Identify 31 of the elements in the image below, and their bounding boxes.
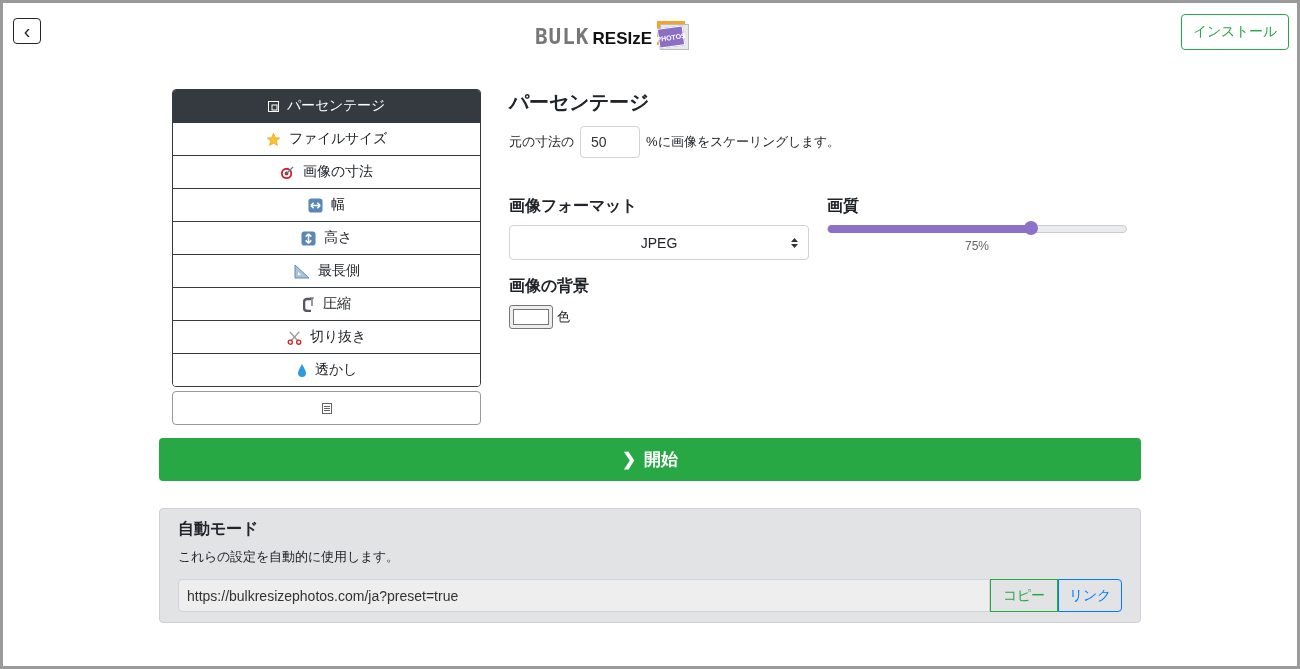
slider-thumb[interactable] (1023, 221, 1038, 235)
logo-text: RESIzE (592, 29, 653, 49)
sidebar-item[interactable]: パーセンテージ (173, 90, 480, 122)
logo-text: BULK (534, 25, 590, 49)
quality-value: 75% (964, 239, 990, 253)
star-icon (266, 131, 281, 147)
up-down-arrow-icon (301, 230, 316, 246)
scale-label: 元の寸法の (509, 133, 574, 151)
auto-mode-description: これらの設定を自動的に使用します。 (178, 548, 400, 566)
percentage-field[interactable]: 50 (580, 126, 640, 158)
format-dropdown[interactable]: JPEG (509, 225, 809, 260)
back-button[interactable]: ‹ (13, 18, 41, 44)
format-label: 画像フォーマット (509, 196, 638, 216)
sidebar-item[interactable]: 透かし (173, 353, 480, 386)
url-field[interactable]: https://bulkresizephotos.com/ja?preset=true (178, 579, 990, 612)
scissors-icon (287, 329, 302, 345)
quality-label: 画質 (827, 196, 860, 216)
section-title: パーセンテージ (509, 90, 650, 115)
target-icon (280, 164, 295, 180)
droplet-icon (296, 362, 307, 378)
list-icon (321, 402, 332, 414)
more-button[interactable] (172, 391, 481, 425)
clamp-icon (302, 296, 315, 312)
background-label: 画像の背景 (509, 276, 590, 296)
sort-arrows-icon (791, 238, 798, 248)
auto-mode-title: 自動モード (178, 519, 259, 539)
color-picker[interactable] (509, 305, 553, 329)
crop-square-icon (268, 100, 279, 112)
triangle-ruler-icon (293, 263, 310, 279)
color-label: 色 (557, 308, 570, 326)
scale-label: %に画像をスケーリングします。 (646, 133, 840, 151)
